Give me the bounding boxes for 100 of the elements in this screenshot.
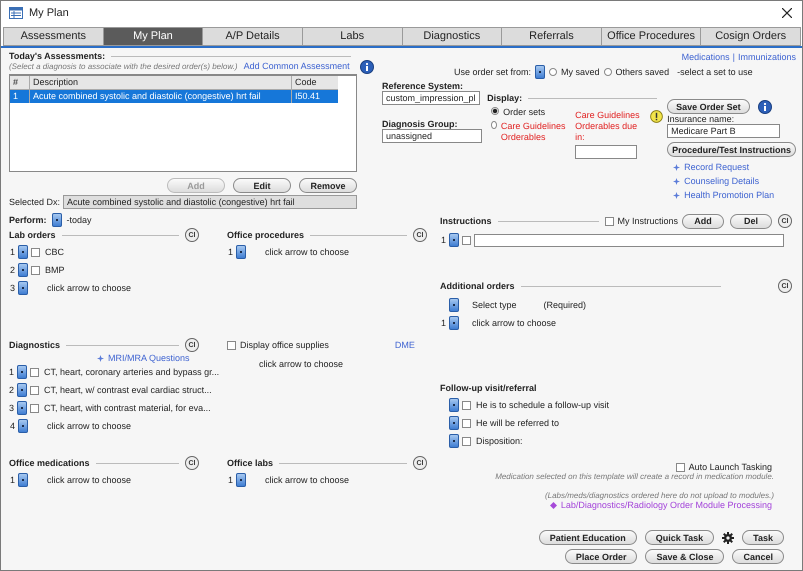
tab[interactable]: Assessments: [3, 27, 104, 46]
perform-value: -today: [66, 215, 92, 225]
dropdown-button[interactable]: [17, 401, 28, 415]
due-field[interactable]: [575, 145, 638, 159]
section-title: Follow-up visit/referral: [440, 383, 537, 393]
tab[interactable]: My Plan: [102, 27, 204, 46]
save-order-set-button[interactable]: Save Order Set: [667, 99, 750, 114]
tab[interactable]: A/P Details: [202, 27, 303, 46]
checkbox[interactable]: [462, 436, 471, 446]
tab[interactable]: Diagnostics: [402, 27, 502, 46]
row-number: 1: [9, 247, 15, 257]
action-button[interactable]: Remove: [299, 178, 357, 193]
checkbox[interactable]: [30, 386, 40, 394]
checkbox[interactable]: [227, 340, 236, 350]
dropdown-button[interactable]: [17, 383, 28, 397]
section-title: Diagnostics: [9, 340, 60, 350]
instruction-field[interactable]: [474, 234, 784, 246]
radio-button[interactable]: [549, 68, 558, 76]
placeholder-text: click arrow to choose: [47, 475, 132, 485]
insurance-field[interactable]: Medicare Part B: [667, 124, 780, 138]
section-title: Display:: [487, 93, 522, 103]
checkbox[interactable]: [30, 404, 40, 412]
checkbox-label: Display office supplies: [240, 340, 329, 350]
diamond-icon: [550, 502, 557, 508]
dropdown-button[interactable]: [18, 245, 28, 259]
dropdown-button[interactable]: [449, 316, 459, 330]
reference-system-field[interactable]: custom_impression_pl: [382, 91, 480, 105]
window-icon: [9, 7, 23, 19]
checkbox[interactable]: [462, 400, 471, 410]
dropdown-button[interactable]: [236, 245, 246, 259]
dropdown-button[interactable]: [449, 416, 459, 430]
dropdown-button[interactable]: [535, 65, 546, 79]
window-title: My Plan: [29, 7, 70, 19]
radio-button[interactable]: [604, 68, 612, 76]
column-header: Description: [30, 76, 292, 89]
close-icon[interactable]: [782, 8, 792, 18]
tab[interactable]: Office Procedures: [600, 27, 702, 46]
action-button[interactable]: Del: [730, 214, 772, 228]
checkbox[interactable]: [30, 368, 40, 376]
diagnosis-group-field[interactable]: unassigned: [382, 129, 482, 143]
side-link[interactable]: Counseling Details: [684, 176, 760, 186]
info-icon[interactable]: [360, 60, 374, 74]
checkbox[interactable]: [676, 462, 685, 472]
dropdown-button[interactable]: [449, 398, 459, 412]
table-row[interactable]: 1 Acute combined systolic and diastolic (congestive) hrt fail I50.41: [10, 90, 338, 103]
note-text: Medication selected on this template will create a record in medication module.: [494, 472, 774, 481]
checkbox[interactable]: [31, 248, 40, 256]
dropdown-button[interactable]: [18, 473, 28, 487]
module-processing-link[interactable]: Lab/Diagnostics/Radiology Order Module Processing: [560, 500, 772, 510]
dropdown-button[interactable]: [17, 365, 28, 379]
checkbox[interactable]: [462, 236, 471, 244]
info-icon[interactable]: [758, 100, 772, 114]
row-number: 4: [9, 421, 15, 431]
checkbox[interactable]: [605, 216, 614, 226]
column-header: Code: [294, 76, 318, 89]
action-button[interactable]: Place Order: [564, 549, 638, 564]
dropdown-button[interactable]: [449, 434, 459, 448]
action-button[interactable]: Add: [682, 214, 724, 228]
tab[interactable]: Referrals: [501, 27, 602, 46]
settings-icon[interactable]: [722, 532, 734, 544]
placeholder-text: click arrow to choose: [47, 283, 132, 293]
mri-questions-link[interactable]: MRI/MRA Questions: [108, 353, 190, 363]
dropdown-button[interactable]: [236, 473, 246, 487]
immunizations-link[interactable]: Immunizations: [738, 52, 796, 62]
radio-button[interactable]: [491, 121, 497, 129]
dropdown-button[interactable]: [18, 263, 28, 277]
select-type-label: Select type: [472, 300, 517, 310]
required-note: (Required): [544, 300, 586, 310]
placeholder-text: click arrow to choose: [265, 247, 350, 257]
radio-label: Order sets: [503, 107, 546, 118]
side-link[interactable]: Health Promotion Plan: [684, 190, 774, 200]
field-label: Reference System:: [382, 81, 464, 91]
due-label: Care Guidelines Orderables due in:: [575, 110, 641, 143]
dme-link[interactable]: DME: [394, 340, 415, 350]
action-button[interactable]: Cancel: [732, 549, 784, 564]
dropdown-button[interactable]: [449, 233, 459, 247]
action-button[interactable]: Edit: [233, 178, 291, 193]
action-button[interactable]: Patient Education: [538, 530, 637, 545]
field-label: Diagnosis Group:: [382, 119, 459, 129]
action-button[interactable]: Save & Close: [645, 549, 724, 564]
column-header: #: [10, 76, 30, 89]
dropdown-button[interactable]: [18, 281, 28, 295]
placeholder-text: click arrow to choose: [47, 421, 132, 431]
action-button[interactable]: Quick Task: [644, 530, 714, 545]
medications-link[interactable]: Medications: [682, 52, 730, 62]
dropdown-button[interactable]: [18, 419, 28, 433]
radio-button[interactable]: [491, 107, 500, 115]
follow-up-item: Disposition:: [476, 436, 523, 446]
radio-label: Care Guidelines Orderables: [500, 121, 566, 143]
dropdown-button[interactable]: [52, 213, 62, 227]
side-link[interactable]: Record Request: [684, 162, 750, 172]
tab[interactable]: Labs: [302, 27, 402, 46]
action-button[interactable]: Task: [742, 530, 784, 545]
dropdown-button[interactable]: [449, 298, 459, 312]
order-item: CT, heart, coronary arteries and bypass gr...: [44, 367, 220, 377]
add-common-assessment-link[interactable]: Add Common Assessment: [244, 61, 350, 71]
checkbox[interactable]: [462, 418, 471, 428]
procedure-instructions-button[interactable]: Procedure/Test Instructions: [667, 142, 796, 157]
tab[interactable]: Cosign Orders: [700, 27, 801, 46]
checkbox[interactable]: [31, 266, 40, 274]
